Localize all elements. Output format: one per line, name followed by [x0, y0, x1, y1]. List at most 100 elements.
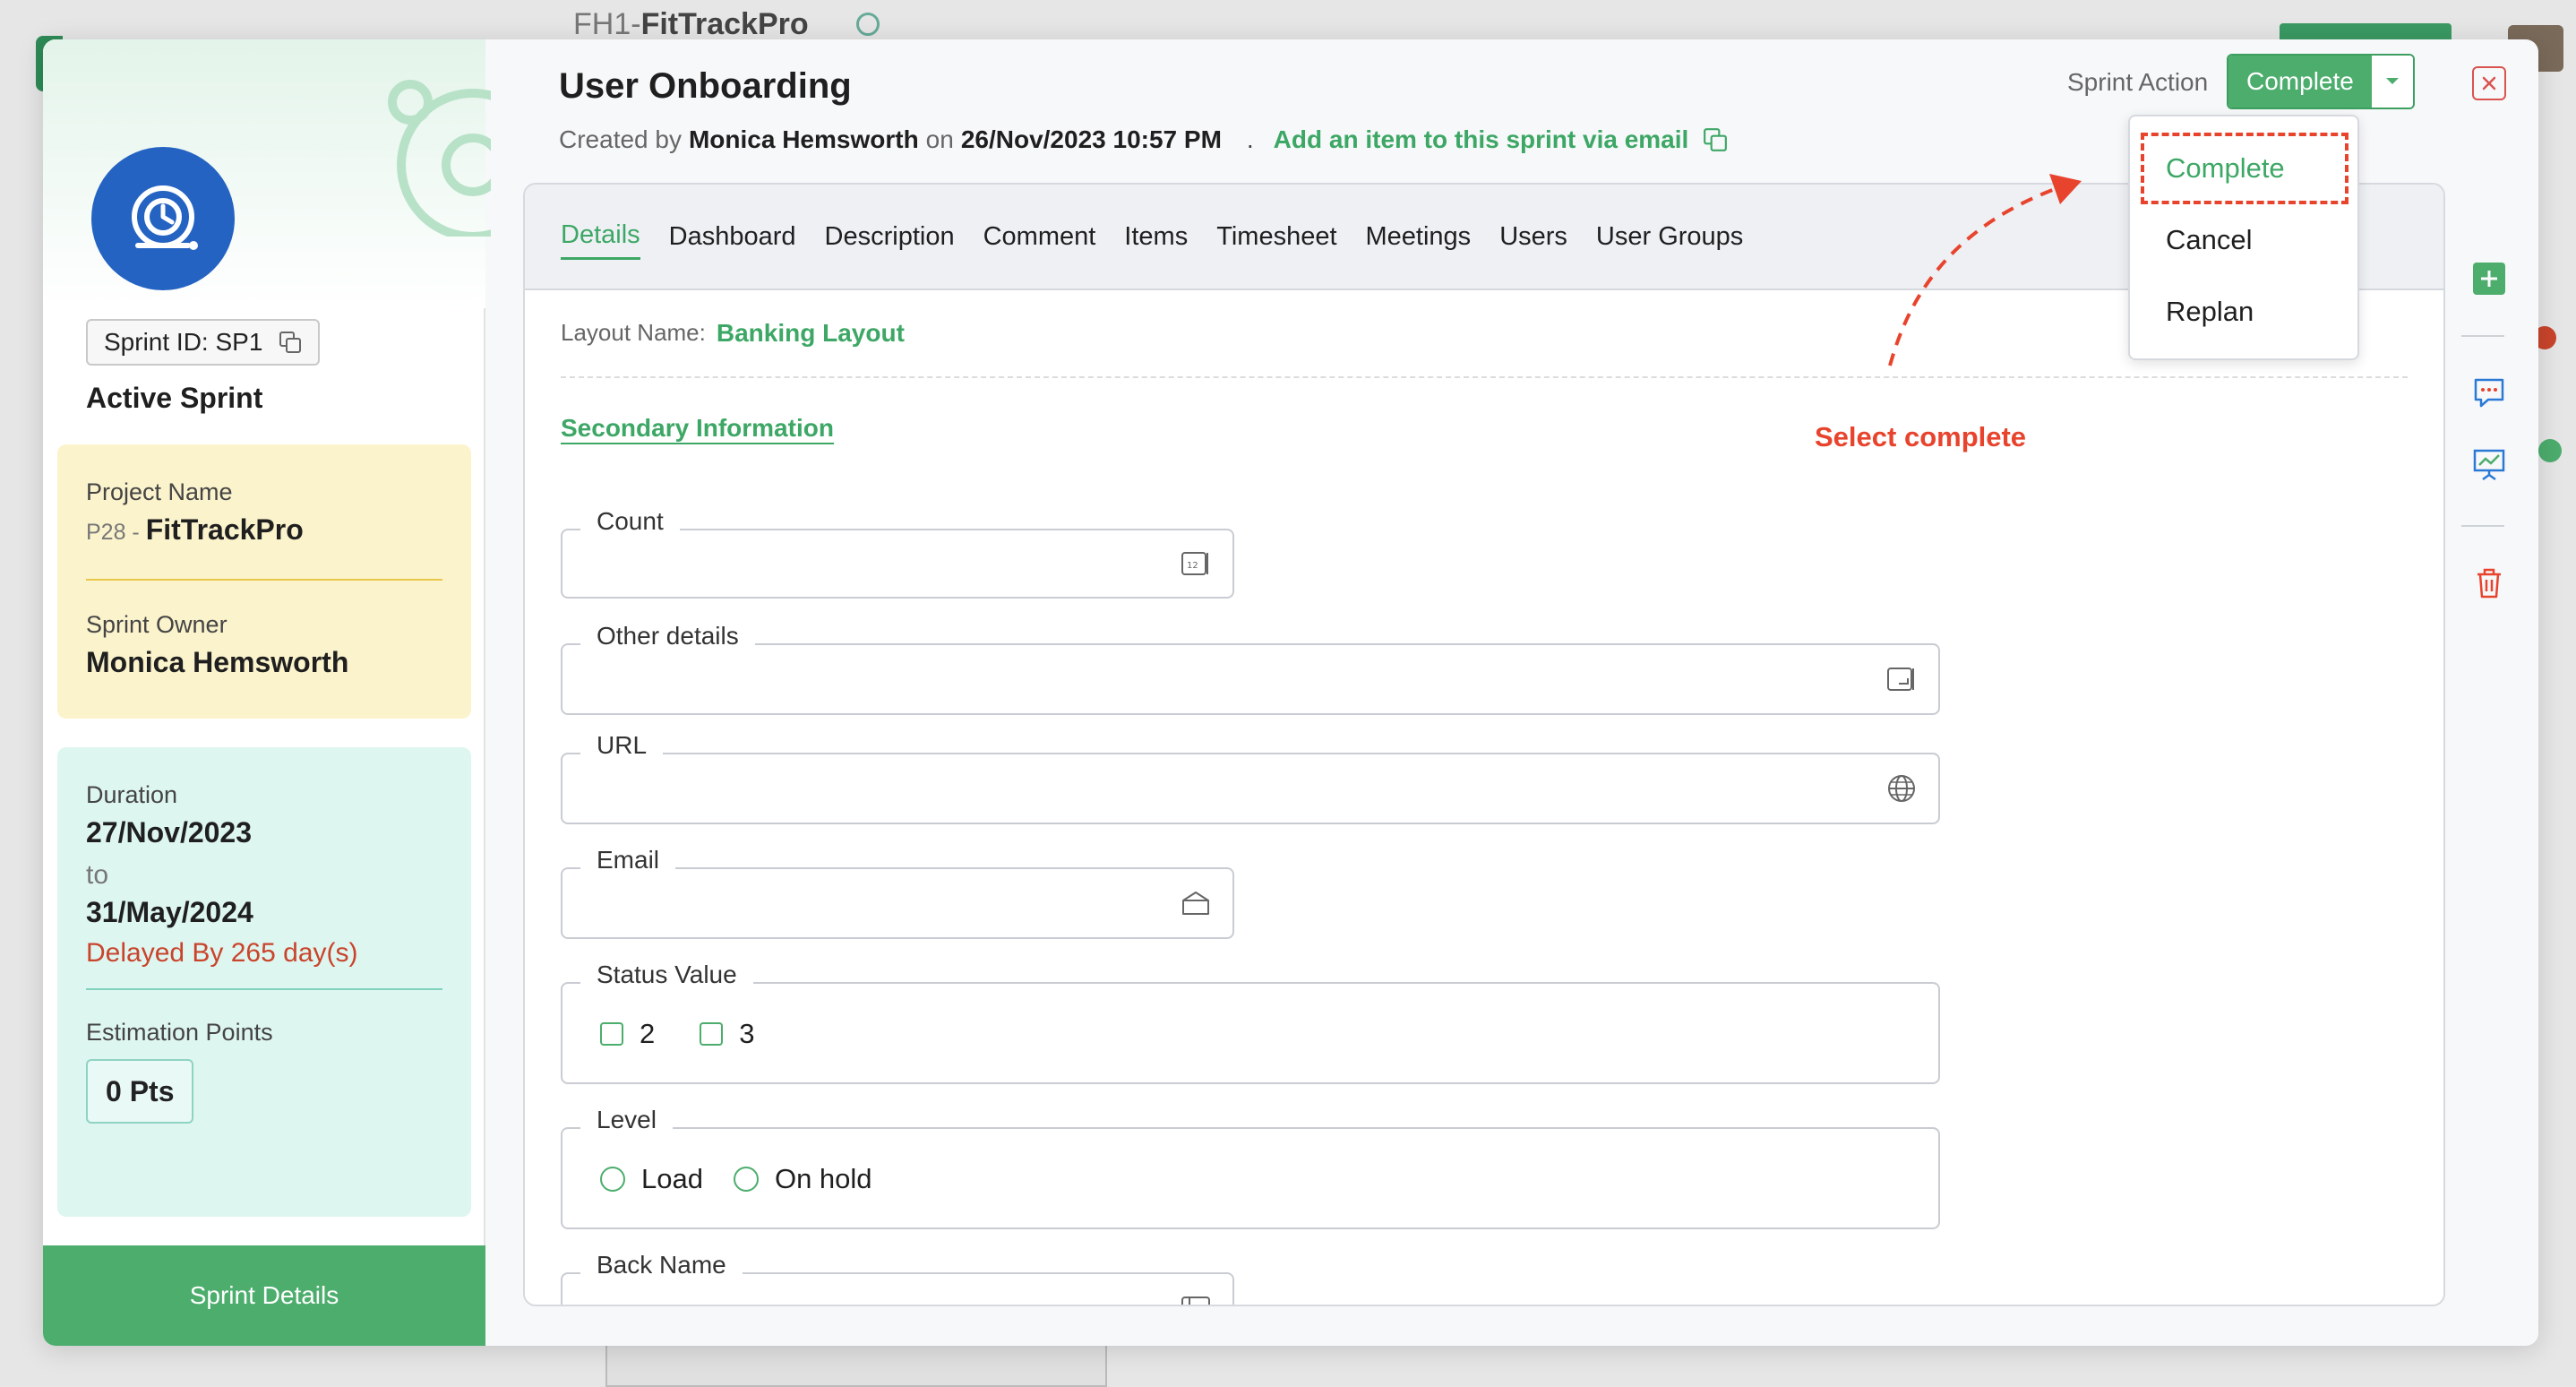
menu-item-replan[interactable]: Replan [2166, 296, 2254, 328]
sprint-modal: Sprint ID: SP1 Active Sprint Project Nam… [43, 39, 2538, 1346]
layout-name-row: Layout Name: Banking Layout [561, 319, 905, 348]
layout-name-value: Banking Layout [716, 319, 905, 347]
tab-description[interactable]: Description [825, 215, 955, 259]
level-field: Level Load On hold [561, 1106, 1940, 1229]
tab-comment[interactable]: Comment [983, 215, 1096, 259]
level-option[interactable]: On hold [733, 1163, 872, 1195]
radio-button[interactable] [733, 1167, 759, 1192]
close-icon [2482, 76, 2496, 90]
sprint-id-label: Sprint ID: SP1 [104, 328, 263, 356]
sprint-action-label: Sprint Action [2067, 68, 2209, 96]
end-date: 31/May/2024 [86, 896, 253, 928]
duration-card: Duration 27/Nov/2023 to 31/May/2024 Dela… [57, 747, 471, 1217]
globe-icon [1888, 775, 1915, 802]
project-name-value: P28 - FitTrackPro [86, 513, 442, 547]
divider [86, 988, 442, 990]
menu-item-cancel[interactable]: Cancel [2166, 224, 2253, 256]
divider [86, 579, 442, 581]
email-label: Email [580, 846, 676, 874]
status-value-options: 2 3 [600, 1018, 755, 1050]
background-info-icon [856, 13, 880, 36]
tab-details[interactable]: Details [561, 213, 640, 260]
sprint-status: Active Sprint [86, 382, 263, 414]
status-value-field: Status Value 2 3 [561, 961, 1940, 1084]
checkbox[interactable] [700, 1022, 724, 1046]
project-owner-card: Project Name P28 - FitTrackPro Sprint Ow… [57, 444, 471, 719]
other-details-label: Other details [580, 622, 755, 650]
level-option[interactable]: Load [600, 1163, 703, 1195]
start-date: 27/Nov/2023 [86, 816, 253, 849]
status-value-label: Status Value [580, 961, 753, 989]
page-title: User Onboarding [559, 66, 852, 106]
back-name-label: Back Name [580, 1251, 743, 1279]
add-button[interactable] [2472, 262, 2506, 300]
on-word: on [925, 125, 954, 153]
annotation-label: Select complete [1815, 421, 2027, 452]
divider [561, 376, 2408, 378]
project-name-label: Project Name [86, 478, 233, 505]
url-label: URL [580, 731, 664, 760]
checkbox[interactable] [600, 1022, 623, 1046]
background-button [2280, 23, 2451, 41]
copy-icon[interactable] [1703, 127, 1728, 152]
section-secondary-information[interactable]: Secondary Information [561, 414, 834, 444]
comment-icon [2474, 378, 2504, 408]
tab-user-groups[interactable]: User Groups [1596, 215, 1743, 259]
sprint-details-button[interactable]: Sprint Details [43, 1245, 485, 1346]
email-field[interactable]: Email [561, 846, 1234, 939]
background-title: FH1-FitTrackPro [573, 7, 809, 42]
sprint-action-menu: Complete Cancel Replan [2128, 115, 2359, 360]
level-option-label: On hold [774, 1163, 872, 1194]
sprint-owner-label: Sprint Owner [86, 611, 228, 638]
level-label: Level [580, 1106, 673, 1134]
multiline-icon [1887, 668, 1914, 691]
copy-icon[interactable] [279, 331, 302, 354]
created-by-name: Monica Hemsworth [688, 125, 919, 153]
divider [2461, 525, 2504, 527]
level-options: Load On hold [600, 1163, 872, 1195]
tab-dashboard[interactable]: Dashboard [669, 215, 796, 259]
status-option[interactable]: 2 [600, 1018, 655, 1050]
comment-button[interactable] [2472, 376, 2506, 415]
radio-button[interactable] [600, 1167, 625, 1192]
presentation-button[interactable] [2472, 448, 2506, 487]
background-add-dot [2538, 439, 2562, 462]
sprint-action-button[interactable]: Complete [2228, 56, 2372, 108]
background-title-project: FitTrackPro [640, 7, 809, 41]
project-code: P28 - [86, 520, 146, 545]
svg-text:12: 12 [1187, 561, 1198, 571]
estimation-label: Estimation Points [86, 1019, 273, 1046]
url-field[interactable]: URL [561, 731, 1940, 824]
sprint-action-split-button: Complete [2227, 54, 2415, 109]
project-name: FitTrackPro [145, 513, 304, 546]
to-word: to [86, 860, 109, 890]
duration-label: Duration [86, 781, 178, 808]
created-info: Created by Monica Hemsworth on 26/Nov/20… [559, 125, 1728, 154]
count-field[interactable]: Count 12 [561, 507, 1234, 599]
delayed-text: Delayed By 265 day(s) [86, 938, 358, 968]
status-option[interactable]: 3 [700, 1018, 755, 1050]
sprint-action-dropdown-toggle[interactable] [2371, 56, 2413, 108]
sprint-owner-value: Monica Hemsworth [86, 646, 349, 678]
created-date: 26/Nov/2023 10:57 PM [960, 125, 1222, 153]
sprint-logo-icon [91, 147, 235, 290]
tab-meetings[interactable]: Meetings [1366, 215, 1472, 259]
close-button[interactable] [2472, 66, 2506, 100]
caret-down-icon [2385, 78, 2399, 84]
tab-timesheet[interactable]: Timesheet [1216, 215, 1336, 259]
count-label: Count [580, 507, 680, 536]
tab-items[interactable]: Items [1124, 215, 1188, 259]
delete-button[interactable] [2472, 566, 2506, 605]
divider [2461, 335, 2504, 337]
other-details-field[interactable]: Other details [561, 622, 1940, 715]
add-icon [2473, 263, 2505, 295]
status-option-label: 2 [640, 1018, 656, 1049]
add-item-email-link[interactable]: Add an item to this sprint via email [1274, 125, 1689, 154]
back-name-field[interactable]: Back Name [561, 1251, 1234, 1305]
number-icon: 12 [1181, 552, 1208, 575]
tab-users[interactable]: Users [1499, 215, 1567, 259]
menu-item-complete[interactable]: Complete [2166, 152, 2285, 185]
background-title-prefix: FH1- [573, 7, 641, 41]
email-icon [1182, 892, 1209, 915]
estimation-points: 0 Pts [86, 1059, 194, 1124]
